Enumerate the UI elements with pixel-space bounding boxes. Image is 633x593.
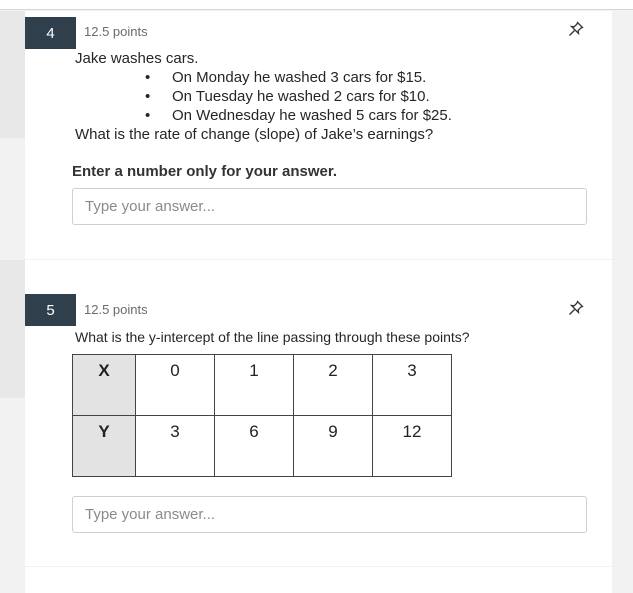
bullet-item: On Wednesday he washed 5 cars for $25.: [145, 106, 452, 125]
left-gutter: [0, 260, 25, 398]
question-card-5: 5 12.5 points What is the y-intercept of…: [25, 260, 612, 566]
answer-input[interactable]: [72, 496, 587, 533]
bullet-item: On Tuesday he washed 2 cars for $10.: [145, 87, 452, 106]
question-points: 12.5 points: [84, 24, 148, 39]
table-cell: 3: [372, 354, 452, 416]
question-text: What is the y-intercept of the line pass…: [75, 329, 470, 345]
question-points: 12.5 points: [84, 302, 148, 317]
left-gutter: [0, 11, 25, 138]
table-row: X 0 1 2 3: [72, 354, 452, 416]
answer-instruction: Enter a number only for your answer.: [72, 163, 338, 180]
question-card-4: 4 12.5 points Jake washes cars. On Monda…: [25, 11, 612, 259]
table-row-header: X: [72, 354, 136, 416]
question-number-badge: 4: [25, 17, 76, 49]
table-cell: 6: [214, 415, 294, 477]
pin-icon[interactable]: [568, 300, 584, 316]
table-cell: 12: [372, 415, 452, 477]
table-row-header: Y: [72, 415, 136, 477]
points-table: X 0 1 2 3 Y 3 6 9 12: [72, 354, 452, 477]
table-cell: 2: [293, 354, 373, 416]
question-text: What is the rate of change (slope) of Ja…: [75, 126, 434, 143]
table-cell: 1: [214, 354, 294, 416]
pin-icon[interactable]: [568, 21, 584, 37]
table-row: Y 3 6 9 12: [72, 415, 452, 477]
top-divider: [0, 0, 633, 10]
question-prompt: Jake washes cars.: [75, 50, 199, 67]
bullet-item: On Monday he washed 3 cars for $15.: [145, 68, 452, 87]
table-cell: 0: [135, 354, 215, 416]
question-card-next: [25, 567, 612, 593]
bullet-list: On Monday he washed 3 cars for $15. On T…: [145, 68, 452, 125]
answer-input[interactable]: [72, 188, 587, 225]
table-cell: 9: [293, 415, 373, 477]
question-number-badge: 5: [25, 294, 76, 326]
table-cell: 3: [135, 415, 215, 477]
